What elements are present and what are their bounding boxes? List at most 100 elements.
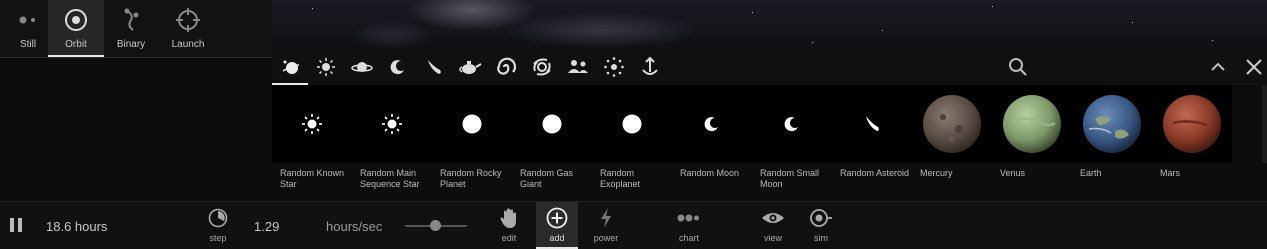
item-label: Random Moon [680,168,740,178]
category-bar [272,49,1267,85]
people-icon [568,60,588,73]
view-label: view [763,233,782,243]
earth-thumbnail [1083,95,1141,153]
item-label: Random Small Moon [760,168,820,189]
ring-dots-icon [604,57,624,77]
step-button[interactable]: step [197,202,239,249]
galaxy-icon [497,57,516,75]
item-label: Random Rocky Planet [440,168,502,189]
crescent-moon-thumbnail [784,117,798,132]
crescent-moon-thumbnail [704,117,718,132]
item-earth[interactable] [1072,85,1152,163]
teapot-icon [459,61,482,74]
item-random-main-sequence-star[interactable] [352,85,432,163]
mode-tabs: Still Orbit Binary Launch [0,0,272,58]
pause-button[interactable] [10,218,22,232]
category-stars[interactable] [308,49,344,85]
mode-binary-label: Binary [116,39,146,50]
orbit-icon [48,6,104,34]
item-mars[interactable] [1152,85,1232,163]
category-spacecraft[interactable] [632,49,668,85]
star-dot [882,30,883,31]
category-objects[interactable] [452,49,488,85]
power-label: power [593,233,619,243]
category-systems[interactable] [596,49,632,85]
sim-rate-unit: hours/sec [326,219,383,234]
items-panel [272,85,1232,163]
pause-icon [10,218,22,232]
collapse-button[interactable] [1206,55,1230,79]
category-asteroids[interactable] [416,49,452,85]
item-random-asteroid[interactable] [832,85,912,163]
chart-label: chart [678,233,699,243]
sun-icon [317,58,335,76]
item-label: Random Exoplanet [600,168,641,189]
item-random-small-moon[interactable] [752,85,832,163]
category-people[interactable] [560,49,596,85]
crosshair-icon [160,6,216,34]
mode-binary-button[interactable]: Binary [103,0,159,57]
item-label: Earth [1080,168,1102,178]
category-planets[interactable] [344,49,380,85]
star-dot [752,12,753,13]
star-dot [1132,22,1133,23]
binary-icon [103,6,159,34]
category-star-planet[interactable] [272,49,308,85]
item-random-known-star[interactable] [272,85,352,163]
black-hole-icon [533,58,551,76]
sim-icon [810,209,832,227]
item-random-gas-giant[interactable] [512,85,592,163]
add-icon [546,207,568,229]
item-label: Mars [1160,168,1180,178]
eye-icon [762,213,784,223]
search-icon [1009,58,1027,76]
sky-background[interactable] [272,0,1267,49]
category-black-holes[interactable] [524,49,560,85]
edit-button[interactable]: edit [488,202,530,249]
mode-orbit-button[interactable]: Orbit [48,0,104,57]
hand-icon [500,208,516,228]
item-random-moon[interactable] [672,85,752,163]
mode-orbit-label: Orbit [65,39,87,50]
sim-label: sim [814,233,828,243]
star-dot [992,6,993,7]
star-dot [312,8,313,9]
item-label: Mercury [920,168,953,178]
category-moons[interactable] [380,49,416,85]
items-scrollbar[interactable] [1262,85,1267,163]
close-button[interactable] [1242,55,1266,79]
step-label: step [209,233,227,243]
step-icon [208,208,228,228]
elapsed-time: 18.6 hours [46,219,108,234]
star-dot [1212,40,1213,41]
close-icon [1246,59,1262,75]
bottom-toolbar: 18.6 hours step 1.29 hours/sec edit add … [0,201,1267,249]
chevron-up-icon [1211,62,1225,71]
planet-disc-thumbnail [542,114,562,134]
add-button[interactable]: add [536,202,578,249]
rate-slider-thumb[interactable] [430,220,441,231]
item-random-exoplanet[interactable] [592,85,672,163]
power-icon [601,208,611,228]
view-button[interactable]: view [752,202,794,249]
power-button[interactable]: power [585,202,627,249]
item-mercury[interactable] [912,85,992,163]
item-venus[interactable] [992,85,1072,163]
item-labels: Random Known Star Random Main Sequence S… [272,163,1267,201]
sim-rate-value: 1.29 [254,219,280,234]
edit-label: edit [501,233,517,243]
ringed-planet-icon [351,62,373,72]
venus-thumbnail [1003,95,1061,153]
chart-button[interactable]: chart [668,202,710,249]
chart-icon [677,214,699,222]
item-random-rocky-planet[interactable] [432,85,512,163]
mode-launch-button[interactable]: Launch [160,0,216,57]
mode-launch-label: Launch [171,39,205,50]
item-label: Random Asteroid [840,168,910,178]
item-label: Random Main Sequence Star [360,168,420,189]
mercury-thumbnail [923,95,981,153]
mars-thumbnail [1163,95,1221,153]
sim-button[interactable]: sim [800,202,842,249]
search-button[interactable] [1006,55,1030,79]
category-galaxies[interactable] [488,49,524,85]
